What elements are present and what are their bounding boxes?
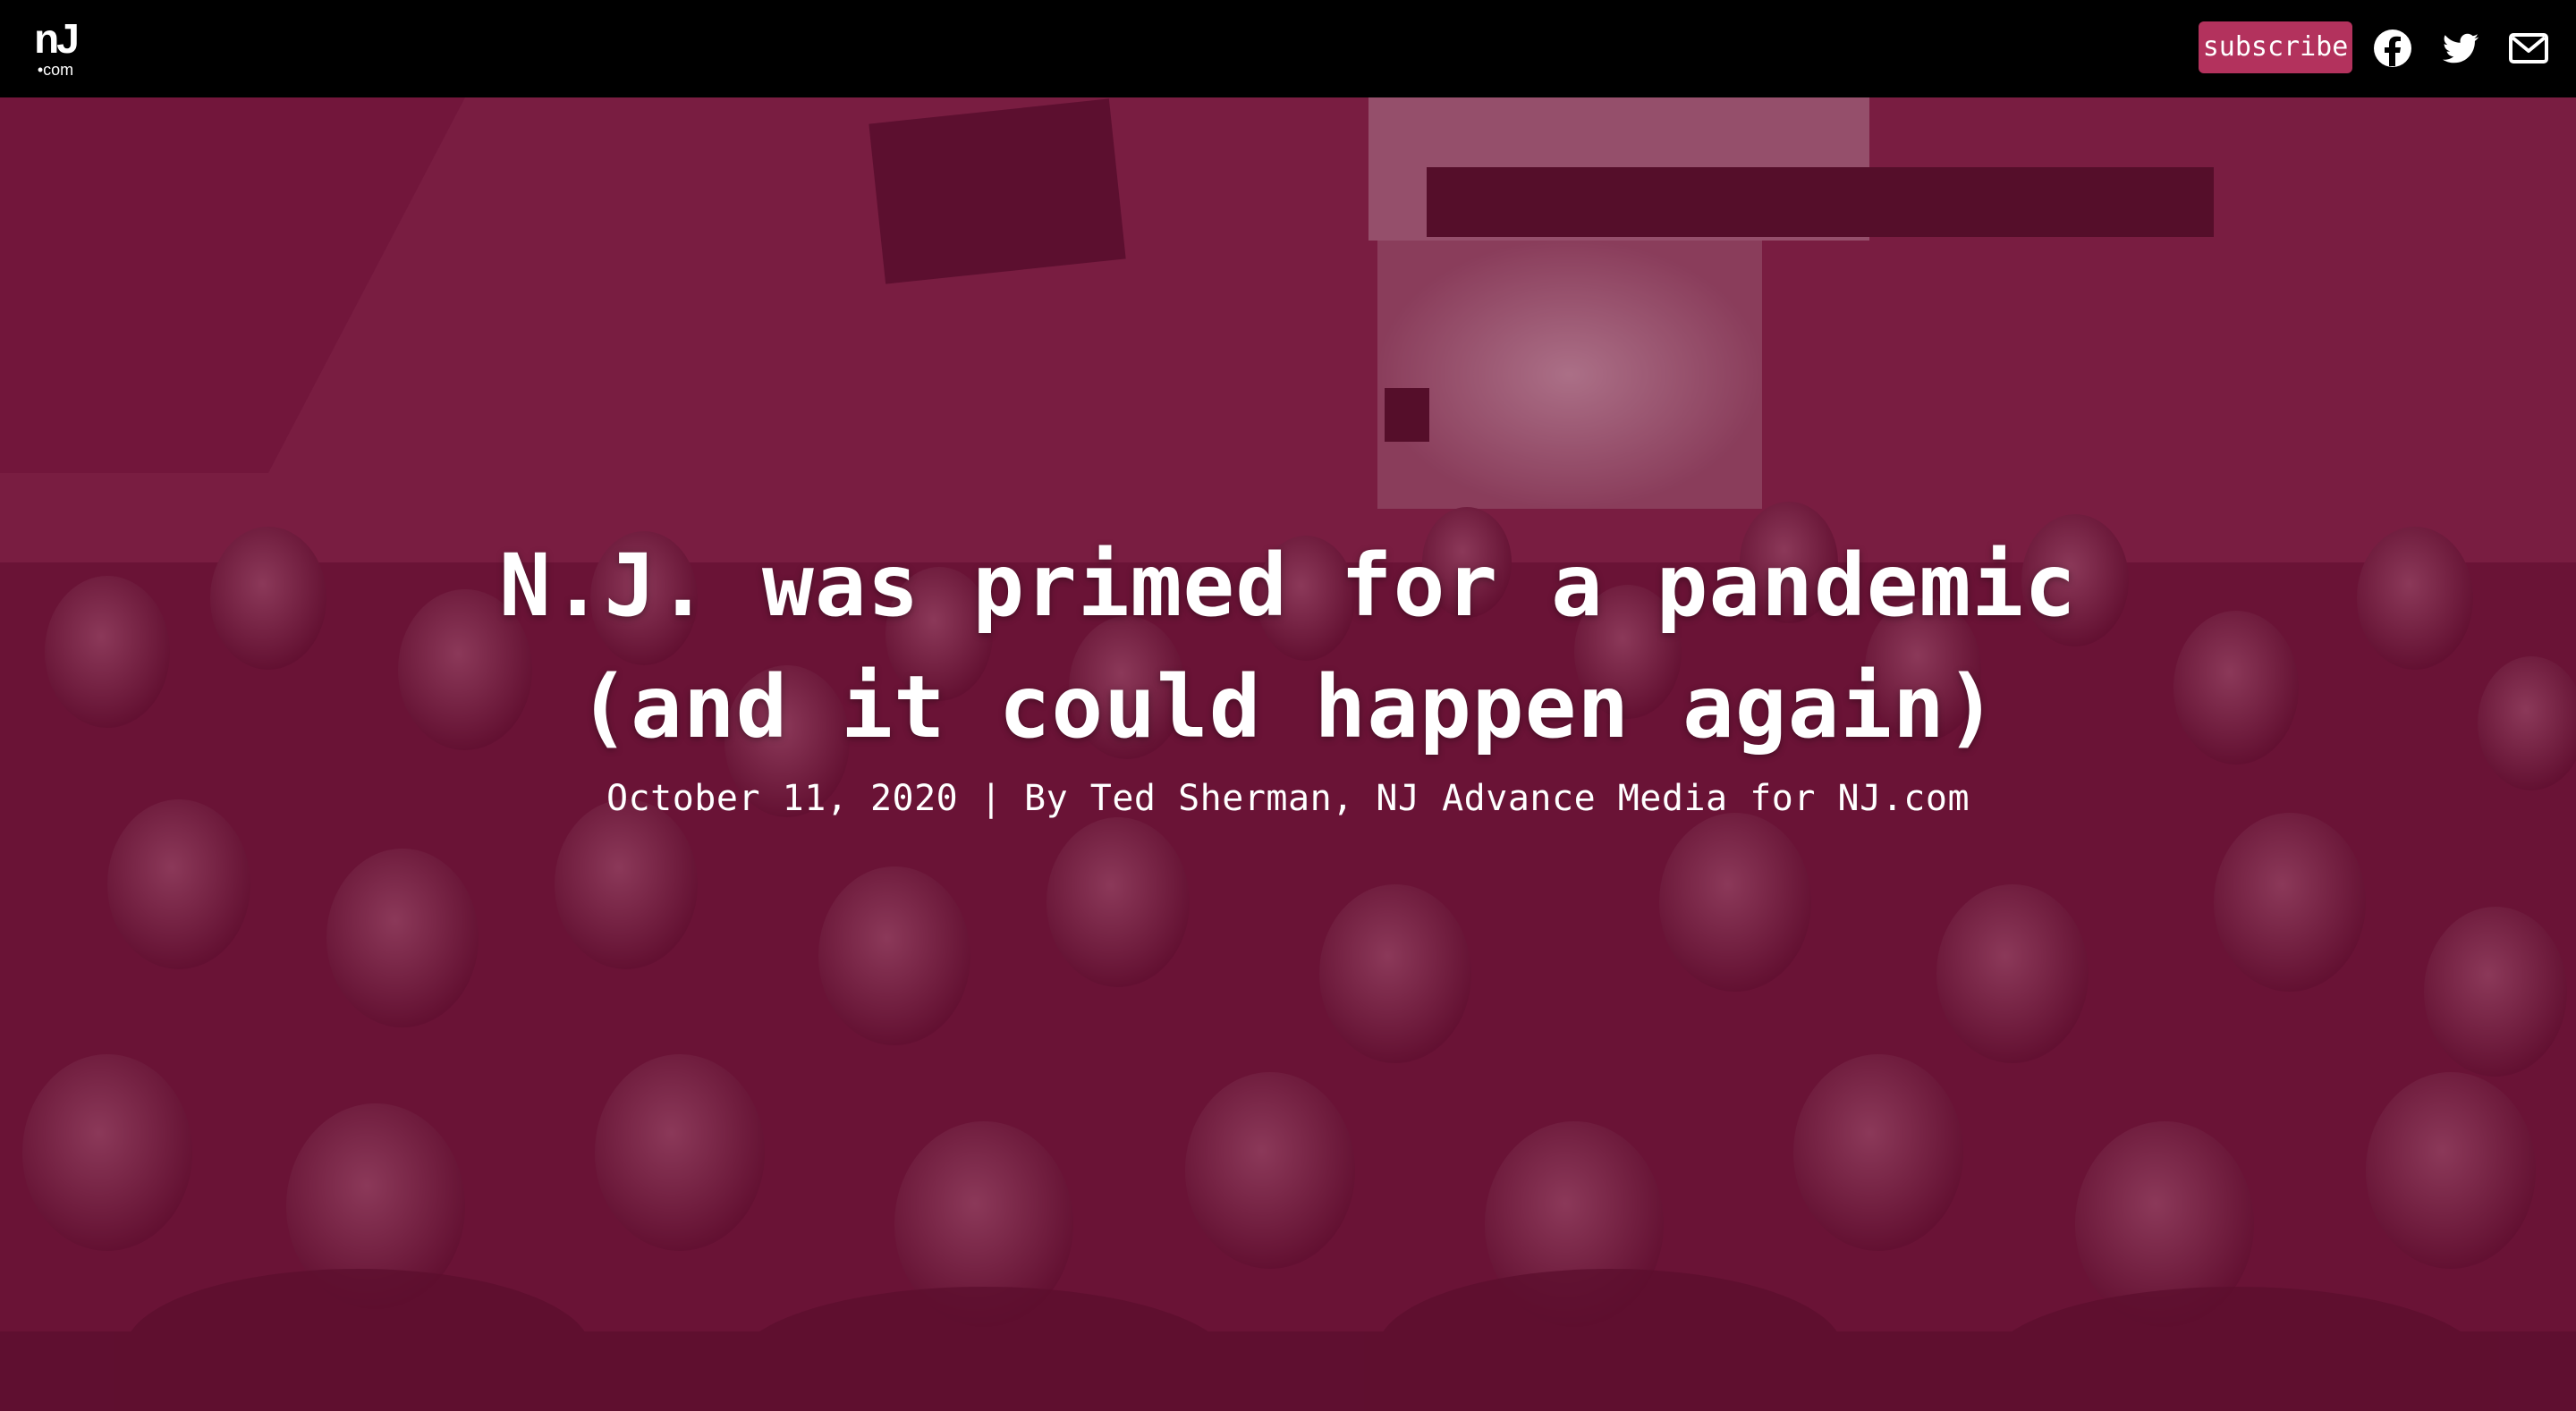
headline-line-1: N.J. was primed for a pandemic xyxy=(499,536,2077,636)
mail-icon[interactable] xyxy=(2507,27,2550,70)
facebook-icon[interactable] xyxy=(2371,27,2414,70)
subscribe-button[interactable]: subscribe xyxy=(2199,21,2352,73)
twitter-icon[interactable] xyxy=(2439,27,2482,70)
article-byline: October 11, 2020 | By Ted Sherman, NJ Ad… xyxy=(606,778,1970,819)
logo-mark: nJ xyxy=(34,15,80,62)
hero-section: N.J. was primed for a pandemic (and it c… xyxy=(0,97,2576,1411)
headline-line-2: (and it could happen again) xyxy=(578,657,1998,757)
logo-subtext: •com xyxy=(37,61,74,79)
article-header: N.J. was primed for a pandemic (and it c… xyxy=(215,525,2361,820)
top-navigation-bar: nJ •com subscribe xyxy=(0,0,2576,97)
article-headline: N.J. was primed for a pandemic (and it c… xyxy=(215,525,2361,768)
nj-com-logo[interactable]: nJ •com xyxy=(23,18,88,82)
